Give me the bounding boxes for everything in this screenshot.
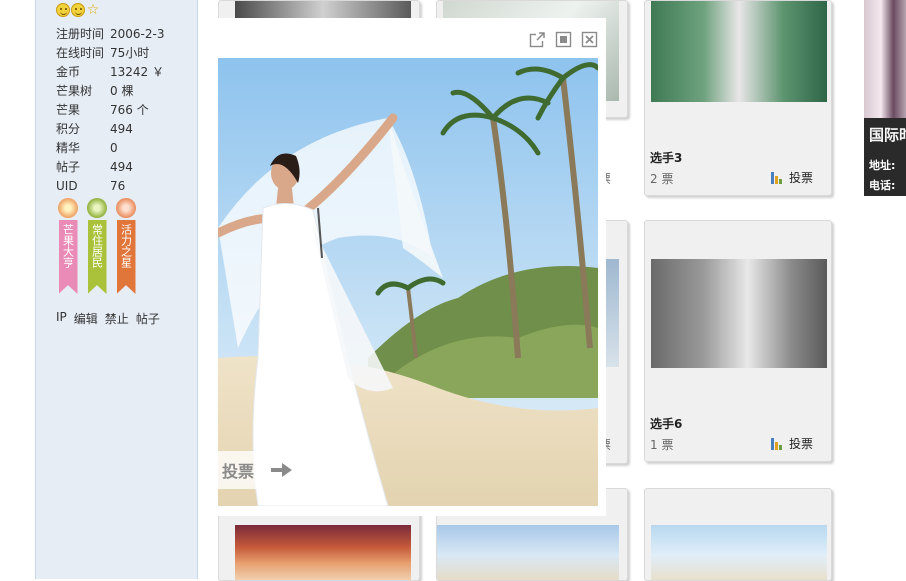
stat-row: 精华 0 [56,139,164,158]
stat-row: 注册时间 2006-2-3 [56,25,164,44]
contestant-card-6[interactable]: 选手6 1 票 投票 [644,220,832,462]
vote-count: 2 票 [650,172,674,186]
stat-value: 0 [110,141,118,155]
stat-value: 494 [110,160,133,174]
stat-row: UID 76 [56,177,164,196]
vote-button-label: 投票 [789,437,814,451]
vote-button[interactable]: 投票 [771,169,813,186]
stat-label: 芒果 [56,103,81,117]
medal-resident: 常住居民 [85,198,109,294]
arrow-right-icon [271,463,293,477]
medal-badge-icon [116,198,136,218]
stat-row: 芒果 766 个 [56,101,164,120]
stat-label: 积分 [56,122,81,136]
contestant-photo[interactable] [651,259,827,368]
lightbox-photo[interactable] [218,58,598,506]
close-icon[interactable] [581,31,598,48]
contestant-name: 选手3 [650,151,683,165]
photo-lightbox: 投票 [218,18,606,516]
stat-label: 注册时间 [56,27,105,41]
rank-icons: ☆ [56,3,100,17]
ip-link[interactable]: IP [56,310,67,327]
stat-value: 76 [110,179,126,193]
ban-link[interactable]: 禁止 [105,310,129,327]
profile-stats: 注册时间 2006-2-3 在线时间 75小时 金币 13242 ￥ 芒果树 0 棵 芒… [56,25,164,196]
smiley-icon [56,3,70,17]
stat-label: 精华 [56,141,81,155]
contestant-name: 选手6 [650,417,683,431]
stat-row: 芒果树 0 棵 [56,82,164,101]
contestant-photo[interactable] [651,1,827,102]
medal-label: 常住居民 [87,220,107,294]
stat-value: 0 棵 [110,84,134,98]
vote-label: 投票 [222,462,255,481]
medal-list: 芒果大亨 常住居民 活力之星 [56,198,138,294]
ad-phone: 电话: [869,179,896,192]
stat-label: 在线时间 [56,46,105,60]
medal-mango-tycoon: 芒果大亨 [56,198,80,294]
chart-icon [771,437,785,450]
stat-row: 积分 494 [56,120,164,139]
contestant-photo[interactable] [235,1,411,19]
open-external-icon[interactable] [529,31,546,48]
medal-active-star: 活力之星 [114,198,138,294]
contestant-card-3[interactable]: 选手3 2 票 投票 [644,0,832,196]
stat-row: 金币 13242 ￥ [56,63,164,82]
stat-label: 帖子 [56,160,81,174]
stat-value: 2006-2-3 [110,27,165,41]
maximize-icon[interactable] [555,31,572,48]
ad-title: 国际时 [869,126,906,144]
contestant-card[interactable] [644,488,832,581]
posts-link[interactable]: 帖子 [136,310,160,327]
stat-label: UID [56,179,78,193]
medal-badge-icon [87,198,107,218]
vote-count: 1 票 [650,438,674,452]
vote-button-label: 投票 [789,171,814,185]
stat-row: 在线时间 75小时 [56,44,164,63]
medal-label: 活力之星 [116,220,136,294]
stat-value: 766 个 [110,103,149,117]
contestant-photo[interactable] [235,525,411,580]
stat-label: 芒果树 [56,84,93,98]
vote-button[interactable]: 投票 [771,435,813,452]
lightbox-toolbar [529,31,598,48]
edit-link[interactable]: 编辑 [74,310,98,327]
beach-photo-illustration [218,58,598,506]
stat-value: 75小时 [110,46,150,60]
contestant-photo[interactable] [437,525,619,580]
stat-label: 金币 [56,65,81,79]
side-advertisement[interactable]: 国际时 地址: 电话: [864,0,906,196]
medal-label: 芒果大亨 [58,220,78,294]
smiley-icon [71,3,85,17]
lightbox-vote-button[interactable]: 投票 [218,451,322,489]
stat-row: 帖子 494 [56,158,164,177]
admin-links: IP 编辑 禁止 帖子 [56,310,160,327]
ad-address: 地址: [869,159,896,172]
stat-value: 13242 ￥ [110,65,164,79]
ad-photo [864,0,906,118]
star-icon: ☆ [86,2,100,18]
chart-icon [771,171,785,184]
medal-badge-icon [58,198,78,218]
stat-value: 494 [110,122,133,136]
contestant-photo[interactable] [651,525,827,580]
profile-sidebar: ☆ 注册时间 2006-2-3 在线时间 75小时 金币 13242 ￥ 芒果树 0 棵… [35,0,198,579]
